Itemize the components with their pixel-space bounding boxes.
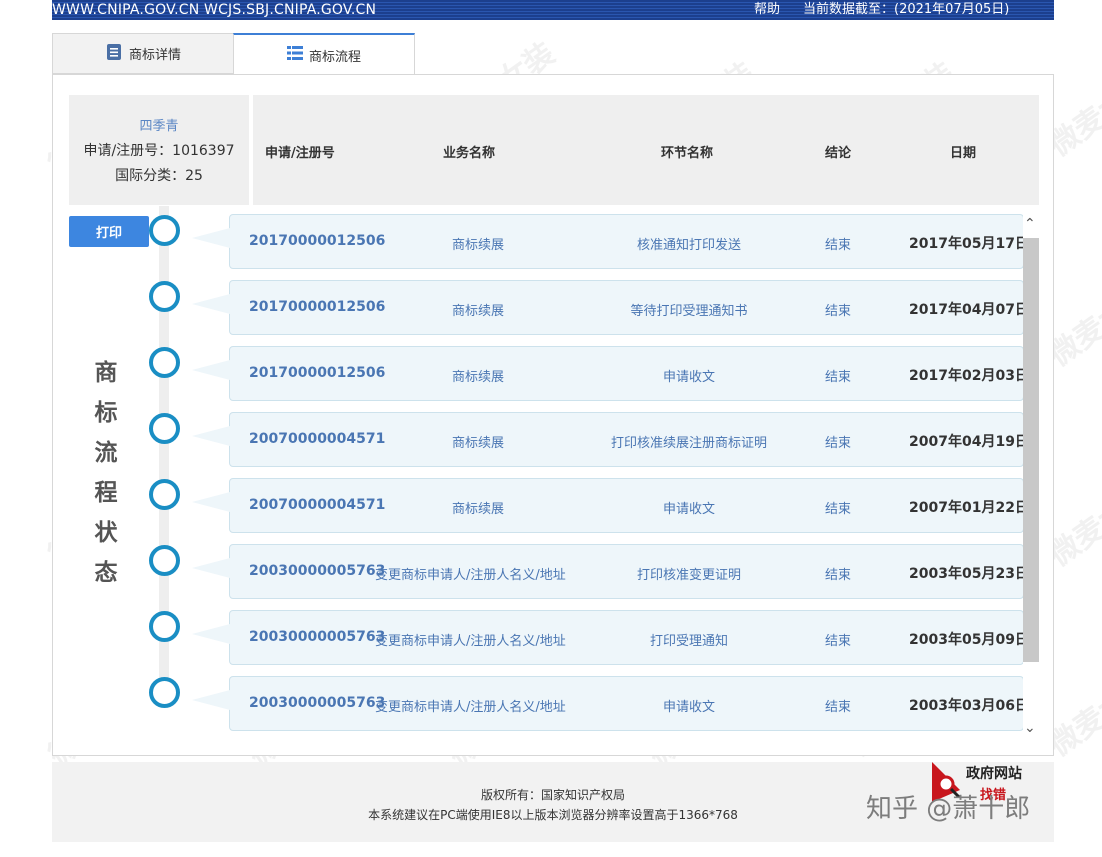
- timeline-dot: [149, 281, 180, 312]
- row-result: 结束: [825, 436, 852, 451]
- row-date: 2017年02月03日: [909, 368, 1029, 384]
- row-result: 结束: [825, 634, 852, 649]
- timeline-dot: [149, 677, 180, 708]
- table-row: 20170000012506 商标续展 等待打印受理通知书 结束 2017年04月07日: [53, 276, 1053, 335]
- list-icon: [286, 45, 303, 65]
- scrollbar[interactable]: ⌃ ⌄: [1023, 206, 1039, 746]
- table-row: 20070000004571 商标续展 申请收文 结束 2007年01月22日: [53, 474, 1053, 533]
- row-step: 打印核准续展注册商标证明: [610, 436, 768, 451]
- row-date: 2003年03月06日: [909, 698, 1029, 714]
- row-step: 申请收文: [662, 700, 716, 715]
- process-card: 20170000012506 商标续展 等待打印受理通知书 结束 2017年04月07日: [192, 280, 1029, 335]
- row-result: 结束: [825, 238, 852, 253]
- brand-watermark: 知乎 @萧十郎: [866, 794, 1031, 824]
- header-reg-no: 申请/注册号: [265, 146, 335, 161]
- row-reg-no[interactable]: 20070000004571: [249, 431, 385, 447]
- process-card: 20030000005763 变更商标申请人/注册人名义/地址 申请收文 结束 2003…: [192, 676, 1029, 731]
- table-row: 20070000004571 商标续展 打印核准续展注册商标证明 结束 2007年04月…: [53, 408, 1053, 467]
- reg-number: 申请/注册号：1016397: [83, 143, 235, 159]
- site-url: WWW.CNIPA.GOV.CN WCJS.SBJ.CNIPA.GOV.CN: [52, 2, 377, 18]
- timeline-dot: [149, 479, 180, 510]
- timeline-dot: [149, 215, 180, 246]
- process-card: 20030000005763 变更商标申请人/注册人名义/地址 打印受理通知 结束 20…: [192, 610, 1029, 665]
- row-reg-no[interactable]: 20030000005763: [249, 629, 385, 645]
- row-step: 申请收文: [662, 370, 716, 385]
- trademark-info-box: 四季青 申请/注册号：1016397 国际分类：25: [69, 95, 249, 205]
- row-reg-no[interactable]: 20170000012506: [249, 299, 385, 315]
- tab-label: 商标详情: [128, 48, 181, 63]
- row-step: 核准通知打印发送: [636, 238, 742, 253]
- row-step: 等待打印受理通知书: [630, 304, 748, 319]
- row-result: 结束: [825, 304, 852, 319]
- tab-trademark-process[interactable]: 商标流程: [233, 33, 415, 75]
- row-reg-no[interactable]: 20030000005763: [249, 695, 385, 711]
- row-result: 结束: [825, 502, 852, 517]
- row-step: 申请收文: [662, 502, 716, 517]
- row-step: 打印受理通知: [649, 634, 729, 649]
- row-business: 商标续展: [452, 304, 505, 319]
- row-date: 2007年01月22日: [909, 500, 1029, 516]
- row-business: 商标续展: [452, 370, 505, 385]
- row-reg-no[interactable]: 20030000005763: [249, 563, 385, 579]
- table-row: 20030000005763 变更商标申请人/注册人名义/地址 打印受理通知 结束 20…: [53, 606, 1053, 665]
- process-card: 20030000005763 变更商标申请人/注册人名义/地址 打印核准变更证明 结束…: [192, 544, 1029, 599]
- timeline-dot: [149, 413, 180, 444]
- table-header: 申请/注册号 业务名称 环节名称 结论 日期: [253, 95, 1039, 205]
- process-card: 20070000004571 商标续展 打印核准续展注册商标证明 结束 2007年04月…: [192, 412, 1029, 467]
- timeline-dot: [149, 545, 180, 576]
- row-date: 2003年05月09日: [909, 632, 1029, 648]
- timeline-dot: [149, 611, 180, 642]
- tab-trademark-detail[interactable]: 商标详情: [52, 33, 234, 74]
- header-step: 环节名称: [661, 146, 714, 161]
- row-date: 2007年04月19日: [909, 434, 1029, 450]
- gov-badge-title: 政府网站: [966, 766, 1022, 782]
- row-reg-no[interactable]: 20070000004571: [249, 497, 385, 513]
- row-business: 商标续展: [452, 502, 505, 517]
- process-card: 20170000012506 商标续展 核准通知打印发送 结束 2017年05月17日: [192, 214, 1029, 269]
- row-date: 2017年04月07日: [909, 302, 1029, 318]
- trademark-name[interactable]: 四季青: [69, 114, 249, 139]
- row-step: 打印核准变更证明: [636, 568, 742, 583]
- table-row: 20170000012506 商标续展 申请收文 结束 2017年02月03日: [53, 342, 1053, 401]
- top-bar: WWW.CNIPA.GOV.CN WCJS.SBJ.CNIPA.GOV.CN 帮…: [52, 0, 1054, 20]
- header-business: 业务名称: [443, 146, 496, 161]
- row-business: 变更商标申请人/注册人名义/地址: [375, 568, 566, 583]
- row-business: 商标续展: [452, 238, 505, 253]
- row-business: 变更商标申请人/注册人名义/地址: [375, 700, 566, 715]
- process-panel: 四季青 申请/注册号：1016397 国际分类：25 申请/注册号 业务名称 环…: [52, 74, 1054, 756]
- row-reg-no[interactable]: 20170000012506: [249, 365, 385, 381]
- scrollbar-thumb[interactable]: [1023, 238, 1039, 662]
- data-date-label: 当前数据截至：(2021年07月05日): [803, 2, 1010, 17]
- tab-label: 商标流程: [308, 49, 361, 65]
- header-result: 结论: [825, 146, 852, 161]
- table-row: 20030000005763 变更商标申请人/注册人名义/地址 申请收文 结束 2003…: [53, 672, 1053, 731]
- chevron-down-icon[interactable]: ⌄: [1024, 720, 1036, 736]
- row-result: 结束: [825, 700, 852, 715]
- header-date: 日期: [950, 146, 977, 161]
- chevron-up-icon[interactable]: ⌃: [1024, 216, 1036, 232]
- table-row: 20030000005763 变更商标申请人/注册人名义/地址 打印核准变更证明 结束…: [53, 540, 1053, 599]
- timeline-dot: [149, 347, 180, 378]
- intl-class: 国际分类：25: [115, 168, 203, 184]
- row-business: 变更商标申请人/注册人名义/地址: [375, 634, 566, 649]
- row-date: 2003年05月23日: [909, 566, 1029, 582]
- row-result: 结束: [825, 568, 852, 583]
- row-result: 结束: [825, 370, 852, 385]
- row-reg-no[interactable]: 20170000012506: [249, 233, 385, 249]
- row-date: 2017年05月17日: [909, 236, 1029, 252]
- process-card: 20070000004571 商标续展 申请收文 结束 2007年01月22日: [192, 478, 1029, 533]
- row-business: 商标续展: [452, 436, 505, 451]
- table-row: 20170000012506 商标续展 核准通知打印发送 结束 2017年05月17日: [53, 210, 1053, 269]
- document-list-icon: [105, 43, 123, 65]
- help-link[interactable]: 帮助: [754, 0, 780, 20]
- tab-bar: 商标详情 商标流程: [52, 33, 1054, 75]
- process-list: 20170000012506 商标续展 核准通知打印发送 结束 2017年05月17日 2…: [53, 206, 1053, 755]
- process-card: 20170000012506 商标续展 申请收文 结束 2017年02月03日: [192, 346, 1029, 401]
